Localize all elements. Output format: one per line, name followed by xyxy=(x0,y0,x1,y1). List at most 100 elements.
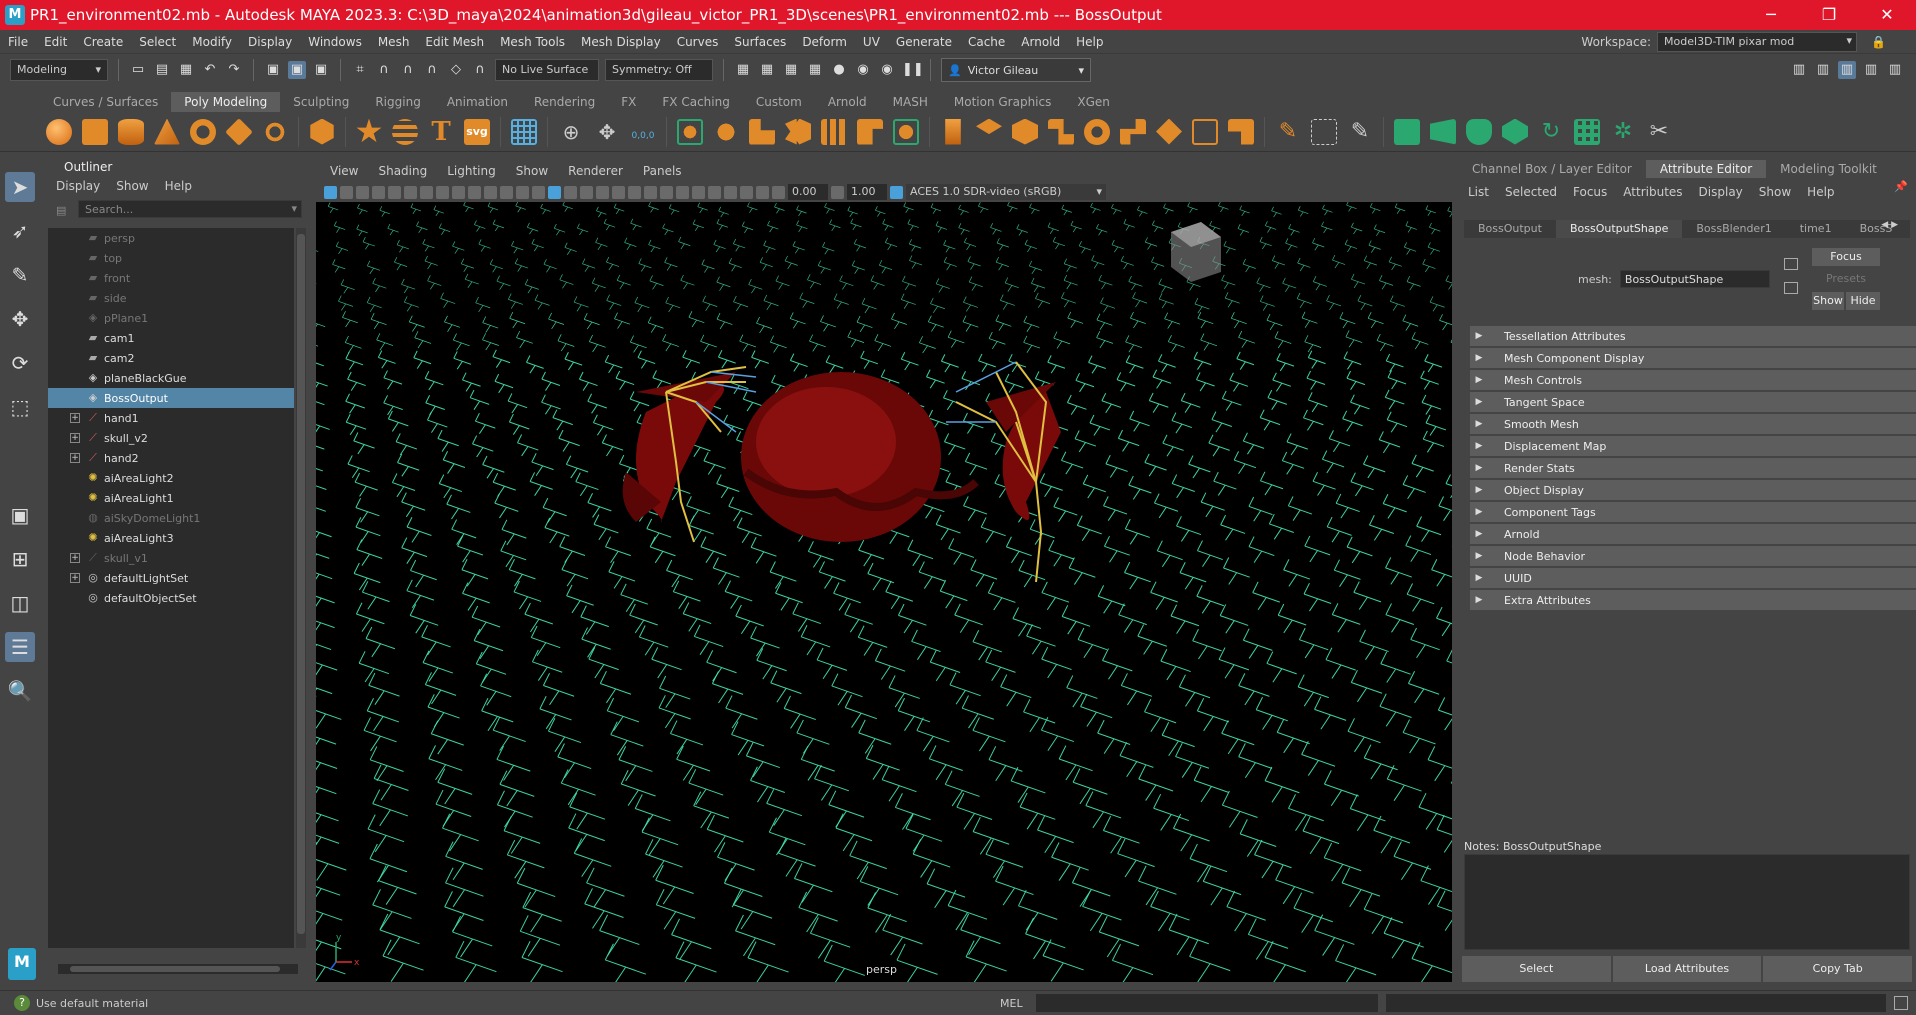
viewport-menu-lighting[interactable]: Lighting xyxy=(439,164,504,178)
focus-button[interactable]: Focus xyxy=(1812,248,1880,266)
four-view-layout-icon[interactable]: ⊞ xyxy=(5,544,35,574)
bevel-icon[interactable] xyxy=(1012,118,1038,145)
tab-modeling-toolkit[interactable]: Modeling Toolkit xyxy=(1766,160,1891,178)
xray-components-icon[interactable] xyxy=(756,185,769,199)
connect-icon[interactable] xyxy=(1192,118,1218,145)
anti-aliasing-icon[interactable] xyxy=(676,185,689,199)
extrude-icon[interactable] xyxy=(945,118,961,145)
safe-action-icon[interactable] xyxy=(500,185,513,199)
depth-of-field-icon[interactable] xyxy=(692,185,705,199)
collapse-icon[interactable] xyxy=(1156,118,1182,145)
poly-cone-icon[interactable] xyxy=(154,118,180,145)
menu-mesh-display[interactable]: Mesh Display xyxy=(573,35,669,49)
expand-icon[interactable]: + xyxy=(70,573,80,583)
isolate-select-icon[interactable] xyxy=(708,185,721,199)
mirror-icon[interactable] xyxy=(785,118,811,145)
default-material-icon[interactable] xyxy=(564,185,577,199)
smooth-shade-icon[interactable] xyxy=(548,185,561,199)
film-gate-icon[interactable] xyxy=(436,185,449,199)
tab-fx[interactable]: FX xyxy=(608,92,649,112)
maximize-button[interactable]: ❐ xyxy=(1800,0,1858,30)
tab-rendering[interactable]: Rendering xyxy=(521,92,608,112)
xray-icon[interactable] xyxy=(724,185,737,199)
presets-button[interactable]: Presets xyxy=(1812,270,1880,288)
ae-menu-help[interactable]: Help xyxy=(1807,185,1834,199)
bridge-icon[interactable] xyxy=(976,118,1002,135)
viewport-menu-renderer[interactable]: Renderer xyxy=(560,164,631,178)
section-render-stats[interactable]: ▶ Render Stats xyxy=(1470,458,1916,478)
snap-surface-icon[interactable]: ◇ xyxy=(447,61,465,79)
outliner-item-cam1[interactable]: ▰ cam1 xyxy=(48,328,294,348)
outliner-item-defaultobjectset[interactable]: ◎ defaultObjectSet xyxy=(48,588,294,608)
node-tab-bossoutput[interactable]: BossOutput xyxy=(1464,220,1556,238)
2d-pan-zoom-icon[interactable] xyxy=(388,185,401,199)
grid-toggle-icon[interactable] xyxy=(420,185,433,199)
outliner-item-aiarealight1[interactable]: ✺ aiAreaLight1 xyxy=(48,488,294,508)
minimize-button[interactable]: ─ xyxy=(1742,0,1800,30)
section-tangent-space[interactable]: ▶ Tangent Space xyxy=(1470,392,1916,412)
node-tab-bossblender1[interactable]: BossBlender1 xyxy=(1682,220,1785,238)
slide-edge-icon[interactable] xyxy=(1430,118,1456,145)
outliner-menu-display[interactable]: Display xyxy=(56,179,100,193)
menu-mesh[interactable]: Mesh xyxy=(370,35,418,49)
menu-deform[interactable]: Deform xyxy=(794,35,855,49)
gate-mask-icon[interactable] xyxy=(468,185,481,199)
menu-select[interactable]: Select xyxy=(131,35,184,49)
use-all-lights-icon[interactable] xyxy=(612,185,625,199)
section-mesh-component-display[interactable]: ▶ Mesh Component Display xyxy=(1470,348,1916,368)
outliner-search-input[interactable]: Search... ▾ xyxy=(78,200,302,218)
tab-sculpting[interactable]: Sculpting xyxy=(280,92,362,112)
search-icon[interactable]: 🔍 xyxy=(5,676,35,706)
platonic-solid-icon[interactable] xyxy=(310,118,334,145)
exposure-input[interactable]: 0.00 xyxy=(788,184,828,200)
section-mesh-controls[interactable]: ▶ Mesh Controls xyxy=(1470,370,1916,390)
character-controls-icon[interactable]: ▥ xyxy=(1814,61,1832,79)
outliner-item-front[interactable]: ▰ front xyxy=(48,268,294,288)
expand-icon[interactable]: + xyxy=(70,433,80,443)
outliner-item-hand2[interactable]: + ⟋ hand2 xyxy=(48,448,294,468)
ae-menu-display[interactable]: Display xyxy=(1699,185,1743,199)
outliner-item-aiskydomelight1[interactable]: ◍ aiSkyDomeLight1 xyxy=(48,508,294,528)
select-button[interactable]: Select xyxy=(1462,956,1611,982)
symmetry-dropdown[interactable]: Symmetry: Off xyxy=(605,59,713,81)
section-component-tags[interactable]: ▶ Component Tags xyxy=(1470,502,1916,522)
maya-app-icon[interactable]: M xyxy=(5,5,25,25)
outliner-vscrollbar[interactable] xyxy=(296,228,306,948)
poly-disc-icon[interactable] xyxy=(262,118,288,145)
poly-cube-icon[interactable] xyxy=(82,118,108,145)
tab-poly-modeling[interactable]: Poly Modeling xyxy=(171,92,281,112)
target-weld-icon[interactable] xyxy=(1466,118,1492,145)
gamma-input[interactable]: 1.00 xyxy=(847,184,887,200)
color-space-dropdown[interactable]: ACES 1.0 SDR-video (sRGB) ▾ xyxy=(906,184,1106,200)
menu-create[interactable]: Create xyxy=(75,35,131,49)
boss-mesh[interactable] xyxy=(622,372,1061,542)
tab-motion-graphics[interactable]: Motion Graphics xyxy=(941,92,1065,112)
fill-hole-icon[interactable] xyxy=(1084,118,1110,145)
separate-icon[interactable] xyxy=(713,118,739,145)
xray-joints-icon[interactable] xyxy=(740,185,753,199)
merge-icon[interactable] xyxy=(1120,118,1146,145)
hide-button[interactable]: Hide xyxy=(1846,292,1880,310)
wedge-icon[interactable]: ✲ xyxy=(1610,119,1636,145)
close-button[interactable]: ✕ xyxy=(1858,0,1916,30)
ae-menu-selected[interactable]: Selected xyxy=(1505,185,1557,199)
multi-cut-icon[interactable]: ✎ xyxy=(1275,119,1301,145)
lasso-tool-icon[interactable]: ➶ xyxy=(5,216,35,246)
tab-curves-surfaces[interactable]: Curves / Surfaces xyxy=(40,92,171,112)
ipr-render-icon[interactable]: ▦ xyxy=(782,61,800,79)
user-account-dropdown[interactable]: 👤 Victor Gileau ▾ xyxy=(941,58,1091,82)
workspace-dropdown[interactable]: Model3D-TIM pixar mod ▾ xyxy=(1657,32,1858,52)
channel-box-toggle-icon[interactable]: ▥ xyxy=(1886,61,1904,79)
undo-icon[interactable]: ↶ xyxy=(201,61,219,79)
poly-plane-icon[interactable] xyxy=(225,117,253,146)
menu-mesh-tools[interactable]: Mesh Tools xyxy=(492,35,573,49)
save-scene-icon[interactable]: ▦ xyxy=(177,61,195,79)
section-extra-attributes[interactable]: ▶ Extra Attributes xyxy=(1470,590,1916,610)
snap-grid-icon[interactable]: ⌗ xyxy=(351,61,369,79)
boolean-union-icon[interactable] xyxy=(857,118,883,145)
boolean-difference-icon[interactable] xyxy=(893,118,919,145)
load-attributes-button[interactable]: Load Attributes xyxy=(1612,956,1762,982)
poly-torus-icon[interactable] xyxy=(190,118,216,145)
wireframe-icon[interactable] xyxy=(532,185,545,199)
tab-rigging[interactable]: Rigging xyxy=(362,92,433,112)
